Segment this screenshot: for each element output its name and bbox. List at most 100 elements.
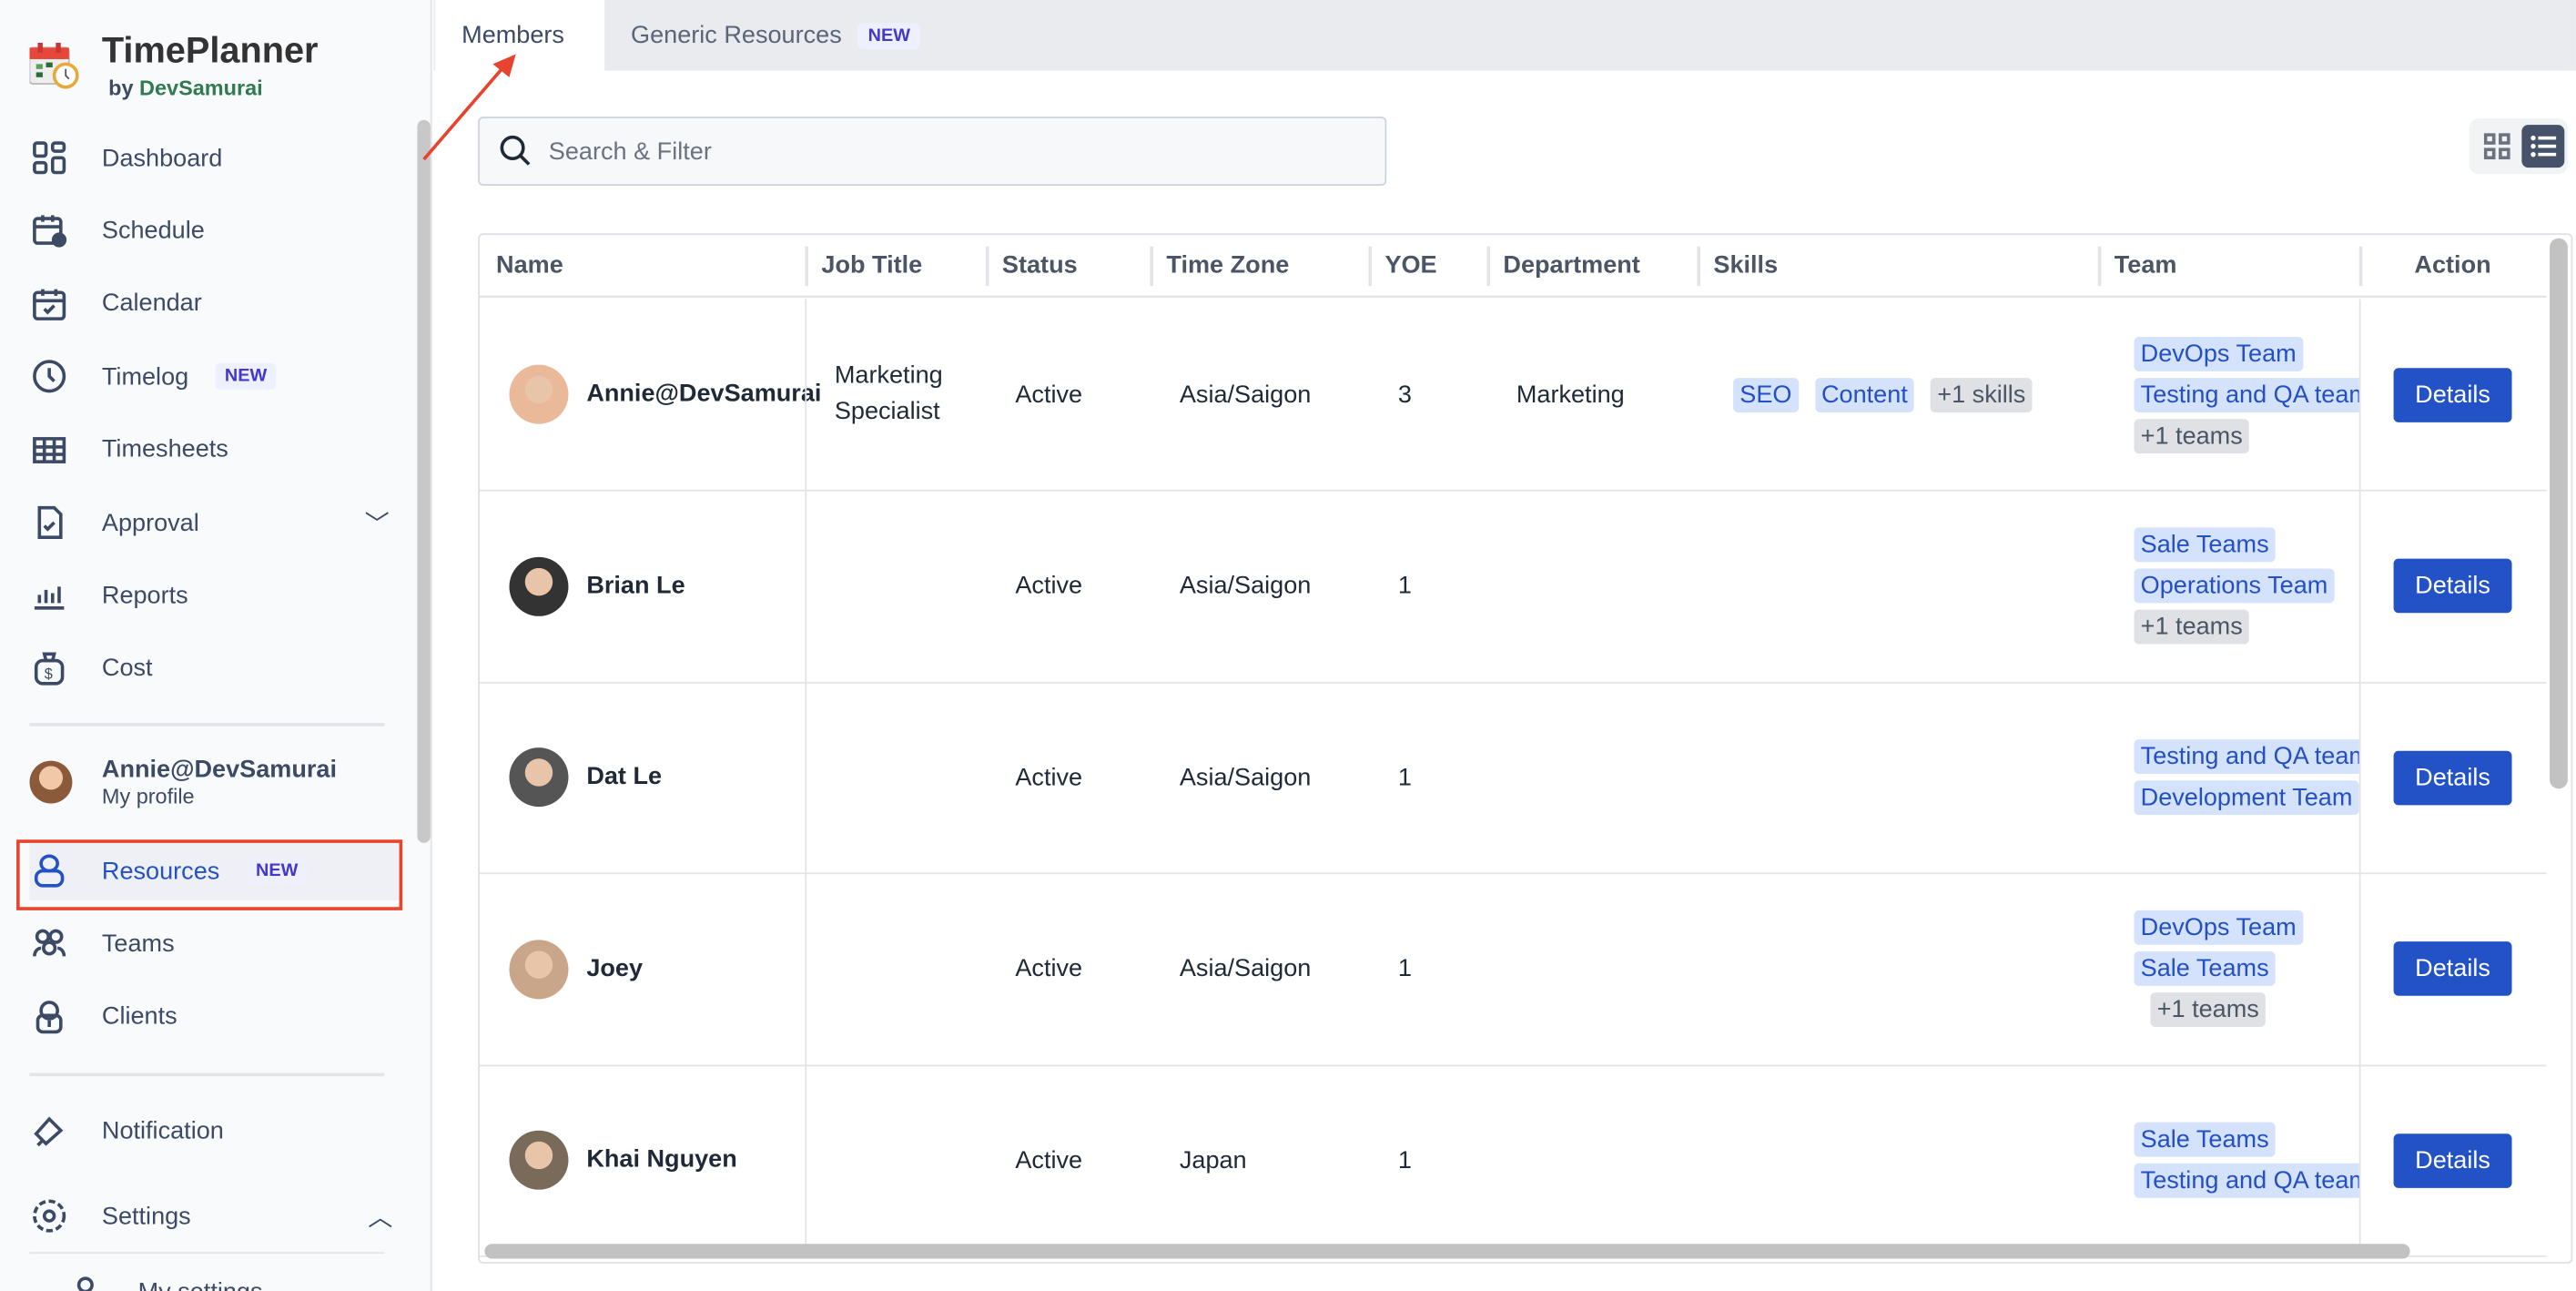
sidebar-item-label: Timesheets [101,435,228,464]
sidebar-item-label: Cost [101,654,153,683]
status: Active [1015,572,1083,600]
status: Active [1015,763,1083,792]
time-zone: Asia/Saigon [1179,380,1312,409]
details-button[interactable]: Details [2393,941,2512,996]
avatar [509,555,569,615]
time-zone: Asia/Saigon [1179,954,1312,983]
sidebar-item-calendar[interactable]: Calendar [29,274,399,333]
megaphone-icon [34,1116,64,1147]
team-tag: Development Team [2134,780,2359,816]
list-icon [2530,135,2557,158]
table-row: Joey Active Asia/Saigon 1 DevOps Team Sal… [480,873,2547,1066]
more-skills-tag[interactable]: +1 skills [1931,377,2033,412]
details-button[interactable]: Details [2393,1133,2512,1187]
sidebar-item-timelog[interactable]: Timelog NEW [29,347,399,406]
member-name[interactable]: Brian Le [586,568,770,605]
sidebar-item-label: Reports [101,581,188,610]
yoe: 1 [1397,954,1412,983]
details-button[interactable]: Details [2393,367,2512,422]
sidebar-item-label: Schedule [101,217,205,245]
skill-tag: Content [1814,377,1915,412]
member-name[interactable]: Khai Nguyen [586,1142,770,1178]
team-tag: Testing and QA team [2134,739,2359,775]
skill-tag: SEO [1733,377,1799,412]
sidebar-item-approval[interactable]: Approval ﹀ [29,493,399,552]
teams-list: DevOps Team Testing and QA team +1 teams [2134,332,2359,455]
yoe: 1 [1397,1145,1412,1174]
time-zone: Asia/Saigon [1179,763,1312,792]
time-zone: Japan [1179,1145,1247,1174]
more-teams-tag[interactable]: +1 teams [2150,992,2267,1027]
team-tag: Sale Teams [2134,1122,2276,1157]
sidebar-item-label: Notification [101,1116,224,1145]
sidebar-item-my-settings[interactable]: My settings [66,1262,435,1291]
more-teams-tag[interactable]: +1 teams [2134,609,2249,645]
divider [29,1072,385,1077]
new-badge: NEW [857,22,920,49]
schedule-icon [33,216,67,249]
team-tag: Testing and QA team [2134,377,2359,412]
members-table: Name Job Title Status Time Zone YOE Departmen… [478,233,2573,1264]
sidebar-item-schedule[interactable]: Schedule [29,201,399,260]
sidebar-item-cost[interactable]: $ Cost [29,639,399,698]
table-vertical-scrollbar[interactable] [2550,238,2568,789]
table-row: Brian Le Active Asia/Saigon 1 Sale Teams… [480,490,2547,683]
approval-icon [37,505,63,539]
reports-icon [34,587,65,611]
teams-list: DevOps Team Sale Teams +1 teams [2134,907,2358,1030]
teams-list: Sale Teams Testing and QA team [2134,1119,2359,1201]
divider [29,1252,385,1255]
department: Marketing [1516,380,1625,409]
sidebar-item-label: Settings [101,1202,191,1230]
member-name[interactable]: Dat Le [586,759,770,796]
team-tag: Sale Teams [2134,527,2276,563]
divider [29,723,385,727]
skills-list: SEO Content +1 skills [1733,374,2033,415]
job-title: Marketing Specialist [834,361,943,426]
table-row: Dat Le Active Asia/Saigon 1 Testing and … [480,681,2547,875]
app-byline: by DevSamurai [108,76,263,101]
table-horizontal-scrollbar[interactable] [484,1244,2410,1259]
profile-link[interactable]: Annie@DevSamurai My profile [29,745,399,820]
tab-generic-resources[interactable]: Generic Resources NEW [604,0,947,71]
status: Active [1015,954,1083,983]
list-view-button[interactable] [2521,125,2565,168]
app-title: TimePlanner [101,29,319,71]
sidebar-item-timesheets[interactable]: Timesheets [29,420,399,479]
teams-icon [33,930,66,958]
yoe: 3 [1397,380,1412,409]
search-input[interactable]: Search & Filter [478,117,1387,186]
svg-text:$: $ [45,666,53,682]
more-teams-tag[interactable]: +1 teams [2134,418,2249,453]
sidebar-item-dashboard[interactable]: Dashboard [29,128,399,188]
member-name[interactable]: Annie@DevSamurai [586,376,821,412]
yoe: 1 [1397,572,1412,600]
time-zone: Asia/Saigon [1179,572,1312,600]
member-name[interactable]: Joey [586,950,770,987]
sidebar-item-teams[interactable]: Teams [29,914,399,973]
sidebar-item-label: Calendar [101,290,202,318]
team-tag: Operations Team [2134,568,2335,604]
sidebar-item-label: Teams [101,930,175,959]
sidebar-scrollbar[interactable] [417,119,431,843]
view-toggle [2469,117,2568,175]
avatar [29,760,73,804]
grid-view-button[interactable] [2476,125,2519,168]
table-row: Khai Nguyen Active Japan 1 Sale Teams Tes… [480,1064,2547,1257]
sidebar-item-notification[interactable]: Notification [29,1101,399,1160]
sidebar-item-reports[interactable]: Reports [29,566,399,625]
calendar-icon [33,289,66,320]
profile-sub: My profile [101,783,195,808]
sidebar-item-clients[interactable]: Clients [29,987,399,1046]
sidebar-item-settings[interactable]: Settings ︿ [29,1186,399,1245]
status: Active [1015,380,1083,409]
teams-list: Testing and QA team Development Team [2134,737,2359,818]
table-icon [33,436,66,463]
details-button[interactable]: Details [2393,558,2512,614]
sidebar-item-label: My settings [138,1277,263,1291]
details-button[interactable]: Details [2393,749,2512,805]
teams-list: Sale Teams Operations Team +1 teams [2134,524,2335,647]
cost-icon: $ [34,652,65,686]
annotation-arrow-icon [422,54,516,161]
chevron-down-icon: ﹀ [364,510,390,539]
